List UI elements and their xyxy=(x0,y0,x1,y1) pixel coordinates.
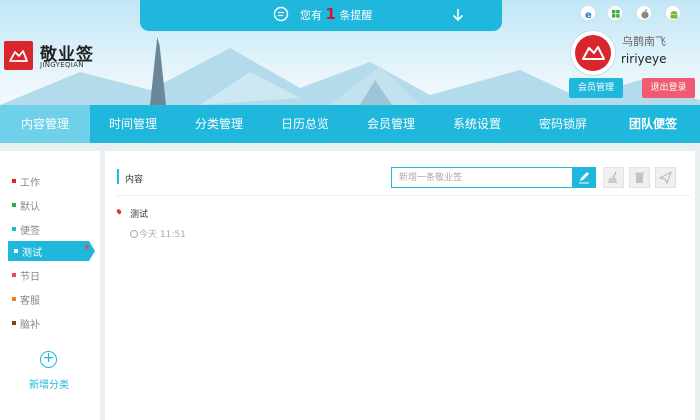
plus-icon[interactable]: + xyxy=(40,351,57,368)
divider xyxy=(117,195,690,196)
avatar[interactable] xyxy=(571,31,615,75)
active-pointer xyxy=(89,241,95,261)
svg-text:e: e xyxy=(585,10,592,21)
category-label: 节日 xyxy=(20,272,40,283)
reminder-count: 1 xyxy=(325,5,336,23)
note-time: 今天 11:51 xyxy=(130,227,186,240)
header: 您有 1 条提醒 敬业签 JINGYEQIAN e 乌鹊南飞 ririyeye xyxy=(0,0,700,105)
note-time-text: 今天 11:51 xyxy=(139,230,186,240)
broom-icon xyxy=(608,171,617,183)
pencil-icon xyxy=(579,172,589,184)
send-icon xyxy=(659,171,672,184)
reminder-suffix: 条提醒 xyxy=(339,9,373,22)
windows-icon[interactable] xyxy=(607,5,623,21)
arrow-down-icon[interactable] xyxy=(451,7,465,23)
clear-button[interactable] xyxy=(603,167,624,188)
clock-icon xyxy=(130,230,138,238)
category-label: 工作 xyxy=(20,178,40,189)
category-label: 测试 xyxy=(22,248,42,259)
user-account: ririyeye xyxy=(621,52,667,66)
section-marker xyxy=(117,169,119,184)
logout-button[interactable]: 退出登录 xyxy=(642,78,695,98)
nav-member-management[interactable]: 会员管理 xyxy=(348,105,434,143)
message-icon xyxy=(273,6,289,22)
category-label: 客服 xyxy=(20,296,40,307)
nav-system-settings[interactable]: 系统设置 xyxy=(434,105,520,143)
nav-content-management[interactable]: 内容管理 xyxy=(0,105,90,143)
reminder-text: 您有 1 条提醒 xyxy=(300,7,372,23)
category-color-dot xyxy=(12,227,16,231)
nav-calendar-overview[interactable]: 日历总览 xyxy=(262,105,348,143)
nav-password-lock[interactable]: 密码锁屏 xyxy=(520,105,606,143)
category-item-test[interactable]: 测试 xyxy=(8,241,95,261)
android-icon[interactable] xyxy=(665,5,681,21)
category-color-dot xyxy=(12,297,16,301)
delete-button[interactable] xyxy=(629,167,650,188)
category-color-dot xyxy=(12,203,16,207)
category-color-dot xyxy=(12,179,16,183)
send-button[interactable] xyxy=(655,167,676,188)
add-category-button[interactable]: 新增分类 xyxy=(29,376,69,391)
category-label: 默认 xyxy=(20,202,40,213)
main-nav: 内容管理 时间管理 分类管理 日历总览 会员管理 系统设置 密码锁屏 团队便签 xyxy=(0,105,700,143)
apple-icon[interactable] xyxy=(636,5,652,21)
nav-team-notes[interactable]: 团队便签 xyxy=(606,105,700,143)
reminder-bar[interactable]: 您有 1 条提醒 xyxy=(140,0,502,31)
content-panel xyxy=(105,151,695,420)
category-color-dot xyxy=(12,273,16,277)
category-label: 便签 xyxy=(20,226,40,237)
section-title: 内容 xyxy=(125,175,144,185)
category-color-dot xyxy=(14,249,18,253)
note-title[interactable]: 测试 xyxy=(130,207,148,220)
logo-icon xyxy=(4,41,33,70)
nav-time-management[interactable]: 时间管理 xyxy=(90,105,176,143)
brand-subtitle: JINGYEQIAN xyxy=(40,61,84,69)
user-nickname: 乌鹊南飞 xyxy=(622,35,666,48)
category-color-dot xyxy=(12,321,16,325)
edit-button[interactable] xyxy=(572,167,596,188)
member-management-button[interactable]: 会员管理 xyxy=(569,78,623,98)
nav-category-management[interactable]: 分类管理 xyxy=(176,105,262,143)
trash-icon xyxy=(635,172,644,183)
reminder-prefix: 您有 xyxy=(300,9,322,22)
new-note-input[interactable] xyxy=(391,167,573,188)
category-label: 脑补 xyxy=(20,320,40,331)
ie-icon[interactable]: e xyxy=(580,5,596,21)
